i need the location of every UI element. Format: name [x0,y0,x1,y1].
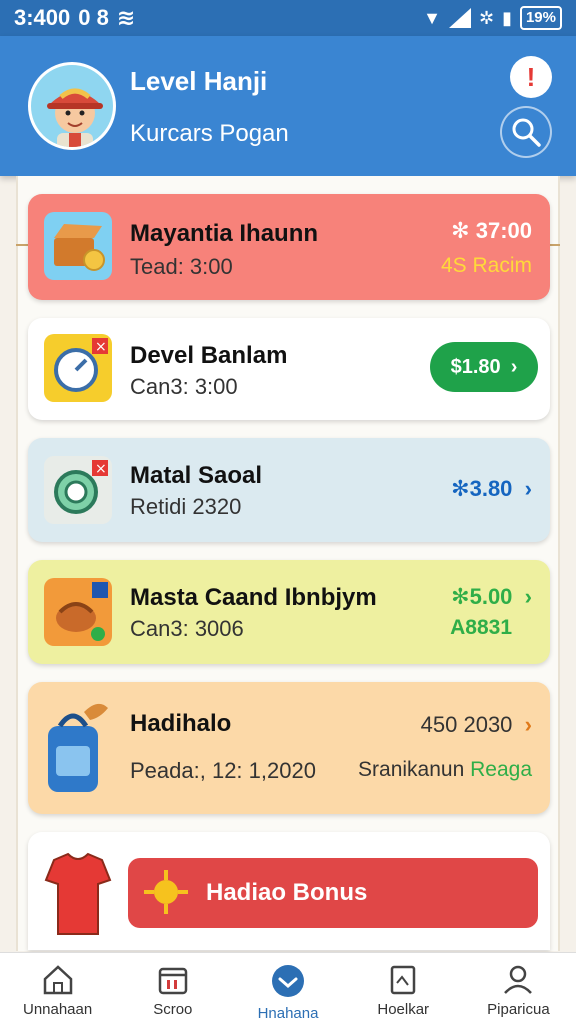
treasure-box-icon [44,212,112,280]
nav-label: Scroo [153,1001,193,1018]
status-bar: 3:400 0 8 ≋ ▼ ✲ ▮ 19% [0,0,576,36]
alert-button[interactable]: ! [510,56,552,98]
card-extra-label: Sranikanun [358,758,465,781]
signal-icon [448,8,471,28]
card-title: Hadihalo [130,710,232,737]
nav-label: Hnahana [257,1005,319,1022]
timer-ring-icon: × [44,456,112,524]
nav-label: Unnahaan [22,1001,93,1018]
card-subtitle: Retidi 2320 [130,494,242,519]
card-extra-row: Sranikanun Reaga [358,758,532,782]
nav-item-chat[interactable]: Hnahana [230,953,345,1024]
chevron-right-icon[interactable]: › [519,712,532,737]
card-title: Masta Caand Ibnbjym [130,584,377,611]
card-subtitle: Can3: 3:00 [130,374,238,399]
avatar-character-icon [47,88,103,147]
calendar-icon [158,967,188,995]
status-time: 3:400 [14,5,71,30]
card-extra: Reaga [470,758,532,781]
card-value-row: ✻5.00 › [451,584,532,610]
card-value-row: 450 2030 › [421,712,532,738]
shirt-icon [40,850,116,936]
app-header: Level Hanji Kurcars Pogan ! [0,36,576,176]
search-button[interactable] [500,106,552,158]
card-title: Mayantia Ihaunn [130,220,319,247]
price-label: $1.80 [450,355,501,378]
card-subtitle: Peada:, 12: 1,2020 [130,758,316,783]
nav-item-calendar[interactable]: Scroo [115,953,230,1024]
exclamation-icon: ! [526,61,536,92]
nav-item-document[interactable]: Hoelkar [346,953,461,1024]
card-extra: A8831 [450,616,512,639]
nav-label: Piparicua [487,1001,550,1018]
search-icon [512,118,541,147]
svg-text:×: × [95,339,107,355]
bonus-card: Hadiao Bonus [28,832,550,950]
svg-text:×: × [95,461,107,477]
card-title: Devel Banlam [130,342,288,369]
settings-status-icon: ✲ [478,7,495,28]
card-value: ✻5.00 [451,584,513,609]
bag-icon [44,578,112,646]
page-subtitle: Kurcars Pogan [130,120,289,147]
status-notification-icons: 0 8 [78,5,109,30]
nav-item-profile[interactable]: Piparicua [461,953,576,1024]
chevron-right-icon[interactable]: › [519,476,532,501]
nav-item-home[interactable]: Unnahaan [0,953,115,1024]
cellular-icon: ≋ [116,5,136,30]
avatar[interactable] [28,62,116,150]
battery-indicator: 19% [519,6,562,30]
chat-icon [272,965,304,997]
sim-icon: ▮ [502,7,512,28]
list-item[interactable]: Masta Caand Ibnbjym Can3: 3006 ✻5.00 › A… [28,560,550,664]
card-subtitle: Can3: 3006 [130,616,244,641]
bonus-label: Hadiao Bonus [206,879,368,906]
list-item[interactable]: × Matal Saoal Retidi 2320 ✻3.80 › [28,438,550,542]
nav-label: Hoelkar [377,1001,430,1018]
card-subtitle: Tead: 3:00 [130,254,233,279]
sun-icon [144,870,188,914]
stopwatch-icon: × [44,334,112,402]
list-item[interactable]: Mayantia Ihaunn Tead: 3:00 ✻ 37:00 4S Ra… [28,194,550,300]
card-value-row: ✻3.80 › [451,476,532,502]
card-value: ✻3.80 [451,476,513,501]
bottom-nav: Unnahaan Scroo Hnahana Hoelkar Piparicua [0,952,576,1024]
document-icon [390,965,416,995]
card-value: ✻ 37:00 [451,218,532,243]
bonus-button[interactable]: Hadiao Bonus [128,858,538,928]
list-item[interactable]: × Devel Banlam Can3: 3:00 $1.80 › [28,318,550,420]
wifi-icon: ▼ [423,7,441,28]
card-title: Matal Saoal [130,462,263,489]
home-icon [43,965,72,995]
chevron-right-icon[interactable]: › [519,584,532,609]
list-item[interactable]: Hadihalo Peada:, 12: 1,2020 450 2030 › S… [28,682,550,814]
price-button[interactable]: $1.80 › [430,342,538,392]
profile-icon [504,965,533,994]
chevron-right-icon: › [510,355,518,378]
card-extra: 4S Racim [440,254,532,277]
page-title: Level Hanji [130,66,268,96]
backpack-icon [40,696,116,800]
card-value: 450 2030 [420,712,513,737]
